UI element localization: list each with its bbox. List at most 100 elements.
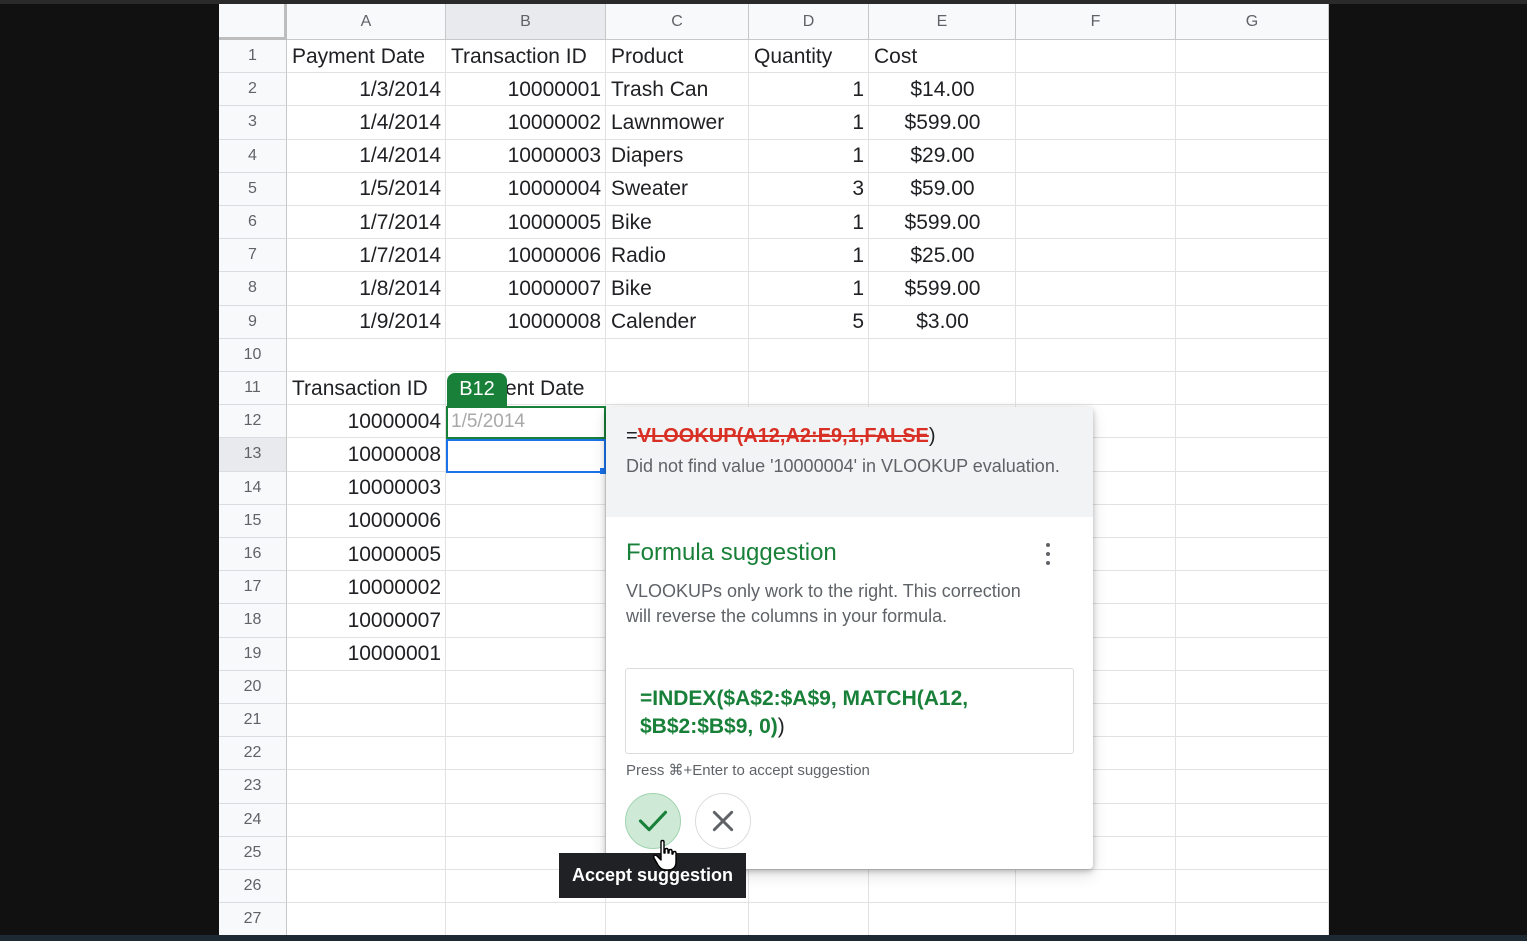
cell-f3[interactable] xyxy=(1016,106,1176,140)
cell-e27[interactable] xyxy=(869,903,1016,935)
cell-a10[interactable] xyxy=(287,338,446,372)
cell-d27[interactable] xyxy=(749,903,869,935)
cell-b27[interactable] xyxy=(446,903,606,935)
row-header-10[interactable]: 10 xyxy=(219,338,287,372)
cell-g8[interactable] xyxy=(1176,272,1329,306)
cell-d10[interactable] xyxy=(749,338,869,372)
column-header-e[interactable]: E xyxy=(869,4,1016,40)
cell-b22[interactable] xyxy=(446,737,606,771)
cell-g6[interactable] xyxy=(1176,206,1329,240)
column-header-a[interactable]: A xyxy=(287,4,446,40)
row-header-27[interactable]: 27 xyxy=(219,903,287,935)
cell-f2[interactable] xyxy=(1016,73,1176,107)
cell-g19[interactable] xyxy=(1176,637,1329,671)
row-header-11[interactable]: 11 xyxy=(219,372,287,406)
column-header-g[interactable]: G xyxy=(1176,4,1329,40)
row-header-15[interactable]: 15 xyxy=(219,504,287,538)
row-header-14[interactable]: 14 xyxy=(219,471,287,505)
cell-g18[interactable] xyxy=(1176,604,1329,638)
cell-b17[interactable] xyxy=(446,571,606,605)
cell-a22[interactable] xyxy=(287,737,446,771)
cell-g27[interactable] xyxy=(1176,903,1329,935)
cell-g21[interactable] xyxy=(1176,704,1329,738)
cell-g23[interactable] xyxy=(1176,770,1329,804)
cell-f10[interactable] xyxy=(1016,338,1176,372)
cell-f8[interactable] xyxy=(1016,272,1176,306)
row-header-24[interactable]: 24 xyxy=(219,803,287,837)
cell-b23[interactable] xyxy=(446,770,606,804)
row-header-26[interactable]: 26 xyxy=(219,870,287,904)
cell-f1[interactable] xyxy=(1016,40,1176,74)
row-header-6[interactable]: 6 xyxy=(219,206,287,240)
cell-g22[interactable] xyxy=(1176,737,1329,771)
row-header-7[interactable]: 7 xyxy=(219,239,287,273)
row-header-5[interactable]: 5 xyxy=(219,172,287,206)
row-header-19[interactable]: 19 xyxy=(219,637,287,671)
cell-b21[interactable] xyxy=(446,704,606,738)
row-header-8[interactable]: 8 xyxy=(219,272,287,306)
cell-g10[interactable] xyxy=(1176,338,1329,372)
cell-b18[interactable] xyxy=(446,604,606,638)
row-header-3[interactable]: 3 xyxy=(219,106,287,140)
cell-f9[interactable] xyxy=(1016,305,1176,339)
cell-f6[interactable] xyxy=(1016,206,1176,240)
reject-suggestion-button[interactable] xyxy=(695,793,751,849)
cell-g12[interactable] xyxy=(1176,405,1329,439)
row-header-4[interactable]: 4 xyxy=(219,139,287,173)
row-header-9[interactable]: 9 xyxy=(219,305,287,339)
cell-a23[interactable] xyxy=(287,770,446,804)
row-header-13[interactable]: 13 xyxy=(219,438,287,472)
cell-d26[interactable] xyxy=(749,870,869,904)
row-header-17[interactable]: 17 xyxy=(219,571,287,605)
column-header-c[interactable]: C xyxy=(606,4,749,40)
cell-g15[interactable] xyxy=(1176,504,1329,538)
cell-b16[interactable] xyxy=(446,538,606,572)
cell-g4[interactable] xyxy=(1176,139,1329,173)
cell-c27[interactable] xyxy=(606,903,749,935)
cell-e26[interactable] xyxy=(869,870,1016,904)
cell-f11[interactable] xyxy=(1016,372,1176,406)
cell-g24[interactable] xyxy=(1176,803,1329,837)
more-options-icon[interactable] xyxy=(1038,541,1058,567)
cell-g26[interactable] xyxy=(1176,870,1329,904)
cell-e11[interactable] xyxy=(869,372,1016,406)
cell-b14[interactable] xyxy=(446,471,606,505)
row-header-25[interactable]: 25 xyxy=(219,836,287,870)
cell-g5[interactable] xyxy=(1176,172,1329,206)
cell-g20[interactable] xyxy=(1176,670,1329,704)
cell-g2[interactable] xyxy=(1176,73,1329,107)
cell-g13[interactable] xyxy=(1176,438,1329,472)
cell-f26[interactable] xyxy=(1016,870,1176,904)
cell-g9[interactable] xyxy=(1176,305,1329,339)
row-header-16[interactable]: 16 xyxy=(219,538,287,572)
cell-g1[interactable] xyxy=(1176,40,1329,74)
cell-a21[interactable] xyxy=(287,704,446,738)
cell-b20[interactable] xyxy=(446,670,606,704)
cell-b13[interactable] xyxy=(446,438,606,472)
cell-f4[interactable] xyxy=(1016,139,1176,173)
cell-a25[interactable] xyxy=(287,836,446,870)
row-header-12[interactable]: 12 xyxy=(219,405,287,439)
row-header-23[interactable]: 23 xyxy=(219,770,287,804)
row-header-20[interactable]: 20 xyxy=(219,670,287,704)
cell-a27[interactable] xyxy=(287,903,446,935)
cell-f27[interactable] xyxy=(1016,903,1176,935)
cell-a24[interactable] xyxy=(287,803,446,837)
row-header-1[interactable]: 1 xyxy=(219,40,287,74)
cell-f7[interactable] xyxy=(1016,239,1176,273)
cell-e10[interactable] xyxy=(869,338,1016,372)
cell-a26[interactable] xyxy=(287,870,446,904)
select-all-corner[interactable] xyxy=(219,4,287,40)
row-header-21[interactable]: 21 xyxy=(219,704,287,738)
cell-g3[interactable] xyxy=(1176,106,1329,140)
column-header-b[interactable]: B xyxy=(446,4,606,40)
cell-g25[interactable] xyxy=(1176,836,1329,870)
cell-b19[interactable] xyxy=(446,637,606,671)
cell-g16[interactable] xyxy=(1176,538,1329,572)
row-header-22[interactable]: 22 xyxy=(219,737,287,771)
cell-d11[interactable] xyxy=(749,372,869,406)
cell-c10[interactable] xyxy=(606,338,749,372)
cell-g11[interactable] xyxy=(1176,372,1329,406)
cell-a20[interactable] xyxy=(287,670,446,704)
cell-f5[interactable] xyxy=(1016,172,1176,206)
